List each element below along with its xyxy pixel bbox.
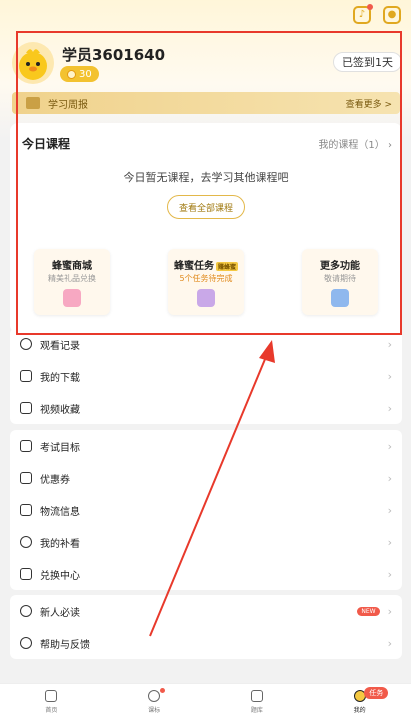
bottom-tab-bar: 首页 课标 题库 任务 我的 — [0, 683, 411, 721]
chevron-right-icon: › — [387, 503, 392, 517]
hexagon-settings-icon[interactable]: ● — [383, 6, 401, 24]
menu-label: 视频收藏 — [40, 404, 80, 416]
chevron-right-icon: › — [387, 604, 392, 618]
coin-icon — [67, 69, 76, 79]
menu-item-makeup[interactable]: 我的补看 › — [10, 526, 402, 558]
avatar[interactable] — [12, 42, 54, 84]
new-badge: NEW — [357, 606, 380, 616]
feature-title: 蜂蜜商城 — [52, 261, 92, 272]
menu-label: 优惠券 — [40, 474, 70, 486]
menu-group-3: 新人必读 NEW › 帮助与反馈 › — [10, 595, 402, 659]
profile-section: 学员3601640 30 已签到1天 — [12, 40, 402, 86]
menu-item-help-feedback[interactable]: 帮助与反馈 › — [10, 627, 402, 659]
chevron-right-icon: › — [387, 471, 392, 485]
tab-question-bank[interactable]: 题库 — [206, 684, 309, 721]
menu-group-1: 观看记录 › 我的下载 › 视频收藏 › — [10, 328, 402, 424]
feature-subtitle: 敬请期待 — [324, 274, 356, 283]
feature-more[interactable]: 更多功能 敬请期待 — [302, 249, 378, 315]
menu-label: 新人必读 — [40, 607, 80, 619]
tab-label: 题库 — [250, 707, 263, 714]
menu-item-exchange[interactable]: 兑换中心 › — [10, 558, 402, 590]
course-title: 今日课程 — [22, 137, 71, 151]
menu-group-2: 考试目标 › 优惠券 › 物流信息 › 我的补看 › 兑换中心 › — [10, 430, 402, 590]
header-icons: ♪ ● — [353, 4, 401, 24]
menu-item-video-favorites[interactable]: 视频收藏 › — [10, 392, 402, 424]
chick-avatar-icon — [19, 49, 47, 80]
username: 学员3601640 — [62, 46, 166, 64]
feature-title: 蜂蜜任务 赚蜂蜜 — [168, 257, 244, 272]
replay-icon — [20, 536, 32, 548]
task-flag-icon — [197, 289, 215, 307]
view-all-courses-button[interactable]: 查看全部课程 — [167, 195, 245, 219]
report-icon — [26, 97, 40, 109]
tab-home[interactable]: 首页 — [0, 684, 103, 721]
feature-title-text: 蜂蜜任务 — [173, 261, 214, 272]
tab-label: 课标 — [148, 707, 161, 714]
weekly-report-bar[interactable]: 学习周报 查看更多 > — [12, 92, 400, 114]
tab-label: 我的 — [353, 707, 366, 714]
menu-label: 我的补看 — [40, 538, 80, 550]
compass-icon — [20, 605, 32, 617]
task-badge: 任务 — [364, 687, 389, 699]
clock-icon — [20, 338, 32, 350]
menu-item-watch-history[interactable]: 观看记录 › — [10, 328, 402, 360]
exchange-icon — [20, 568, 32, 580]
feature-title: 更多功能 — [320, 261, 360, 272]
menu-label: 考试目标 — [40, 442, 80, 454]
notification-dot — [159, 688, 165, 693]
chevron-right-icon: › — [387, 369, 392, 383]
grid-blocks-icon — [331, 289, 349, 307]
feature-honey-task[interactable]: 蜂蜜任务 赚蜂蜜 5个任务待完成 — [168, 249, 244, 315]
today-course-card: 今日课程 我的课程（1） › 今日暂无课程，去学习其他课程吧 查看全部课程 蜂蜜… — [10, 123, 402, 333]
chevron-right-icon: › — [387, 567, 392, 581]
my-courses-label: 我的课程（1） — [318, 140, 385, 151]
menu-label: 兑换中心 — [40, 570, 80, 582]
empty-course-text: 今日暂无课程，去学习其他课程吧 — [123, 171, 289, 184]
menu-item-coupons[interactable]: 优惠券 › — [10, 462, 402, 494]
menu-item-logistics[interactable]: 物流信息 › — [10, 494, 402, 526]
download-icon — [20, 370, 32, 382]
shopping-bag-icon — [63, 289, 81, 307]
menu-label: 观看记录 — [40, 340, 80, 352]
feature-subtitle: 5个任务待完成 — [179, 274, 233, 283]
weekly-more-link[interactable]: 查看更多 > — [346, 97, 392, 110]
feature-subtitle: 精美礼品兑换 — [48, 274, 96, 283]
menu-label: 帮助与反馈 — [40, 639, 90, 651]
coin-badge[interactable]: 30 — [60, 66, 99, 82]
help-icon — [20, 637, 32, 649]
menu-item-exam-goal[interactable]: 考试目标 › — [10, 430, 402, 462]
notification-dot — [367, 4, 373, 10]
target-grid-icon — [20, 440, 32, 452]
chevron-right-icon: › — [387, 401, 392, 415]
chevron-right-icon: › — [387, 439, 392, 453]
weekly-report-label: 学习周报 — [48, 99, 88, 111]
play-clock-icon — [148, 690, 161, 702]
tab-course[interactable]: 课标 — [103, 684, 206, 721]
chevron-right-icon: › — [387, 337, 392, 351]
home-book-icon — [45, 690, 58, 702]
truck-icon — [20, 504, 32, 516]
menu-item-newcomer-guide[interactable]: 新人必读 NEW › — [10, 595, 402, 627]
coupon-icon — [20, 472, 32, 484]
bell-icon[interactable]: ♪ — [353, 4, 373, 24]
chevron-right-icon: › — [387, 636, 392, 650]
coin-count: 30 — [79, 68, 92, 80]
menu-label: 我的下载 — [40, 372, 80, 384]
menu-item-downloads[interactable]: 我的下载 › — [10, 360, 402, 392]
menu-label: 物流信息 — [40, 506, 80, 518]
feature-tag: 赚蜂蜜 — [215, 261, 238, 271]
feature-honey-mall[interactable]: 蜂蜜商城 精美礼品兑换 — [34, 249, 110, 315]
tab-label: 首页 — [45, 707, 58, 714]
my-courses-link[interactable]: 我的课程（1） › — [318, 136, 392, 151]
video-favorite-icon — [20, 402, 32, 414]
tab-mine[interactable]: 任务 我的 — [308, 684, 411, 721]
question-bank-icon — [250, 690, 263, 702]
checkin-button[interactable]: 已签到1天 — [333, 52, 402, 72]
chevron-right-icon: › — [387, 535, 392, 549]
